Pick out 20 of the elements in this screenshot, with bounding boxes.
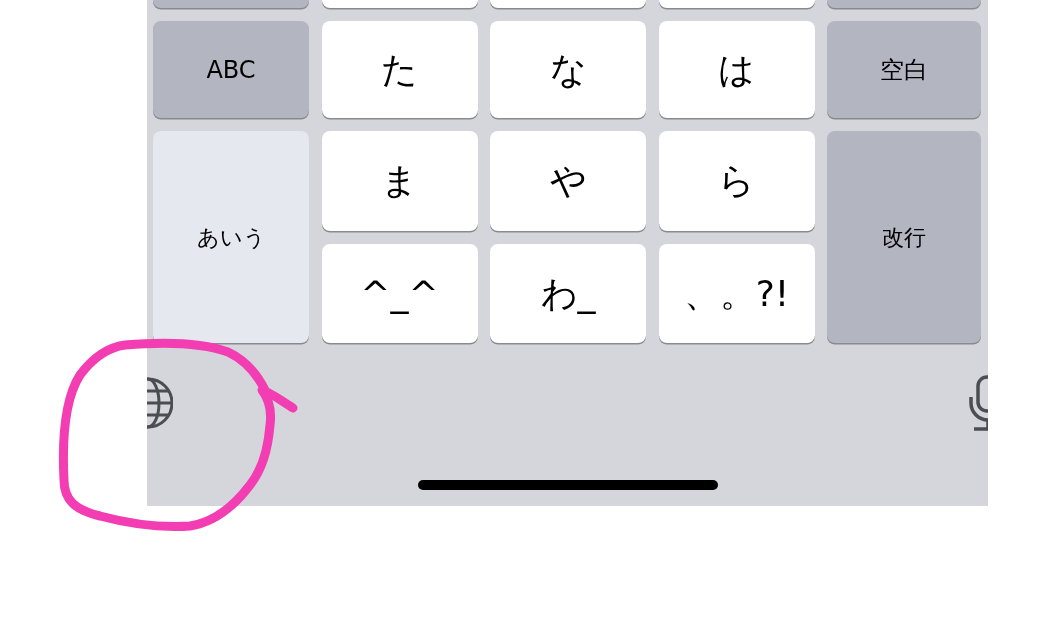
keyboard-key[interactable] <box>827 0 981 8</box>
keyboard-key[interactable]: ま <box>321 131 478 231</box>
keyboard-key[interactable] <box>321 0 478 8</box>
keyboard-key[interactable]: あいう <box>153 131 309 343</box>
keyboard-key[interactable] <box>153 0 309 8</box>
microphone-icon[interactable] <box>969 375 988 431</box>
keyboard-key[interactable] <box>658 0 815 8</box>
keyboard-key[interactable] <box>490 0 646 8</box>
keyboard-key[interactable]: ら <box>658 131 815 231</box>
globe-icon[interactable] <box>147 376 173 430</box>
keyboard-key[interactable]: ^_^ <box>321 244 478 343</box>
keyboard-key[interactable]: わ_ <box>490 244 646 343</box>
keyboard-key[interactable]: な <box>490 21 646 118</box>
keyboard-key[interactable]: や <box>490 131 646 231</box>
keyboard-key[interactable]: は <box>658 21 815 118</box>
keyboard-key[interactable]: 改行 <box>827 131 981 343</box>
keyboard-key[interactable]: 空白 <box>827 21 981 118</box>
keyboard-key[interactable]: 、。?! <box>658 244 815 343</box>
keyboard-key[interactable]: た <box>321 21 478 118</box>
keyboard-key[interactable]: ABC <box>153 21 309 118</box>
